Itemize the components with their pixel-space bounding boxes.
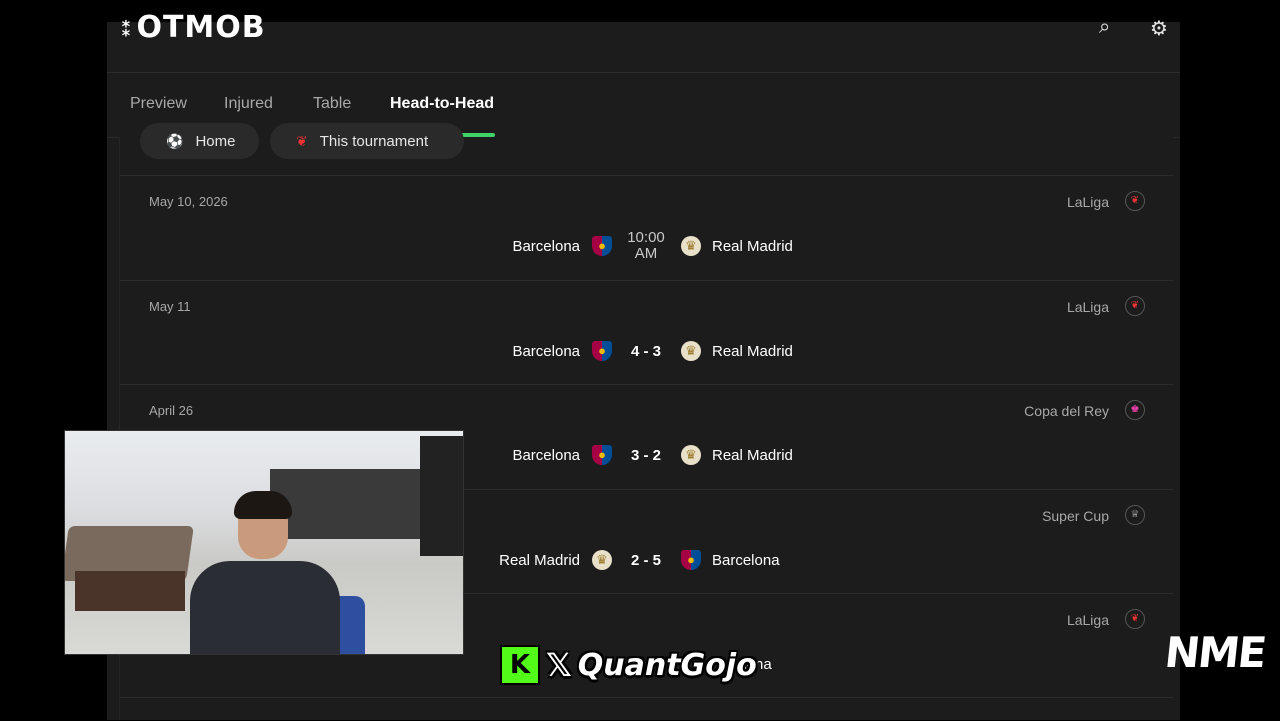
super-cup-icon: ♕ <box>1125 505 1145 525</box>
competition-name: LaLiga <box>1066 612 1109 628</box>
match-date: May 10, 2026 <box>149 194 228 209</box>
match-date: April 26 <box>149 403 194 418</box>
away-team-name: Real Madrid <box>712 238 793 255</box>
match-score: 3 - 2 <box>630 447 661 464</box>
tab-preview[interactable]: Preview <box>130 95 187 113</box>
away-team-name: Real Madrid <box>712 343 793 360</box>
x-logo-icon: 𝕏 <box>546 646 572 684</box>
match-row[interactable]: May 11 LaLiga ❦ Barcelona ● 4 - 3 ♛ Real… <box>120 280 1173 385</box>
kickoff-time-ampm: AM <box>634 245 658 262</box>
match-score: 4 - 3 <box>630 343 661 360</box>
webcam-streamer <box>190 491 365 654</box>
webcam-streamer-hair <box>234 491 292 519</box>
laliga-icon: ❦ <box>1125 191 1145 211</box>
kickoff-time: 10:00 AM <box>620 230 672 262</box>
match-score: 2 - 5 <box>630 552 661 569</box>
kickoff-time-hour: 10:00 <box>627 229 665 246</box>
filter-chip-label: This tournament <box>319 132 429 150</box>
home-team-name: Real Madrid <box>499 552 580 569</box>
home-team-name: Barcelona <box>512 447 580 464</box>
streamer-handle-text: QuantGojo <box>577 647 757 683</box>
barcelona-crest-icon: ● <box>592 341 612 361</box>
webcam-cabinet <box>420 436 463 556</box>
real-madrid-crest-icon: ♛ <box>681 341 701 361</box>
logo-text: OTMOB <box>136 10 266 45</box>
laliga-icon: ❦ <box>1125 609 1145 629</box>
gear-icon[interactable]: ⚙ <box>1150 16 1168 41</box>
webcam-overlay <box>64 430 464 655</box>
real-madrid-crest-icon: ♛ <box>592 550 612 570</box>
competition-name: Super Cup <box>1042 508 1109 524</box>
barcelona-crest-icon: ● <box>681 550 701 570</box>
app-logo[interactable]: ⁑ OTMOB <box>121 10 266 45</box>
streamer-handle: K 𝕏 QuantGojo <box>500 642 757 688</box>
match-row[interactable]: May 10, 2026 LaLiga ❦ Barcelona ● 10:00 … <box>120 175 1173 280</box>
home-team-name: Barcelona <box>512 343 580 360</box>
tab-table[interactable]: Table <box>313 95 351 113</box>
top-bar: ⁑ OTMOB ⌕ ⚙ <box>107 10 1180 73</box>
match-row[interactable] <box>120 697 1173 721</box>
match-date: May 11 <box>149 299 191 314</box>
laliga-icon: ❦ <box>296 132 308 149</box>
laliga-icon: ❦ <box>1125 296 1145 316</box>
real-madrid-crest-icon: ♛ <box>681 236 701 256</box>
competition-name: LaLiga <box>1066 194 1109 210</box>
tab-injured[interactable]: Injured <box>224 95 273 113</box>
copa-del-rey-icon: ♚ <box>1125 400 1145 420</box>
tab-bar: Preview Injured Table Head-to-Head <box>107 73 1180 138</box>
barcelona-crest-icon: ● <box>592 236 612 256</box>
filter-chip-this-tournament[interactable]: ❦ This tournament <box>270 123 464 159</box>
filter-chip-home[interactable]: ⚽ Home <box>140 123 259 159</box>
away-team-name: Barcelona <box>712 552 780 569</box>
nme-watermark-logo: NME <box>1162 628 1268 677</box>
tab-head-to-head[interactable]: Head-to-Head <box>390 95 494 113</box>
barcelona-crest-icon: ● <box>592 445 612 465</box>
away-team-name: Real Madrid <box>712 447 793 464</box>
search-icon[interactable]: ⌕ <box>1099 16 1110 39</box>
webcam-pool-table-base <box>75 571 185 611</box>
real-madrid-crest-icon: ⚽ <box>166 132 184 149</box>
competition-name: Copa del Rey <box>1024 403 1109 419</box>
kick-logo-icon: K <box>500 645 540 685</box>
competition-name: LaLiga <box>1066 299 1109 315</box>
logo-mark-icon: ⁑ <box>121 16 133 41</box>
filter-chip-label: Home <box>195 132 236 150</box>
webcam-streamer-body <box>190 561 340 654</box>
real-madrid-crest-icon: ♛ <box>681 445 701 465</box>
home-team-name: Barcelona <box>512 238 580 255</box>
